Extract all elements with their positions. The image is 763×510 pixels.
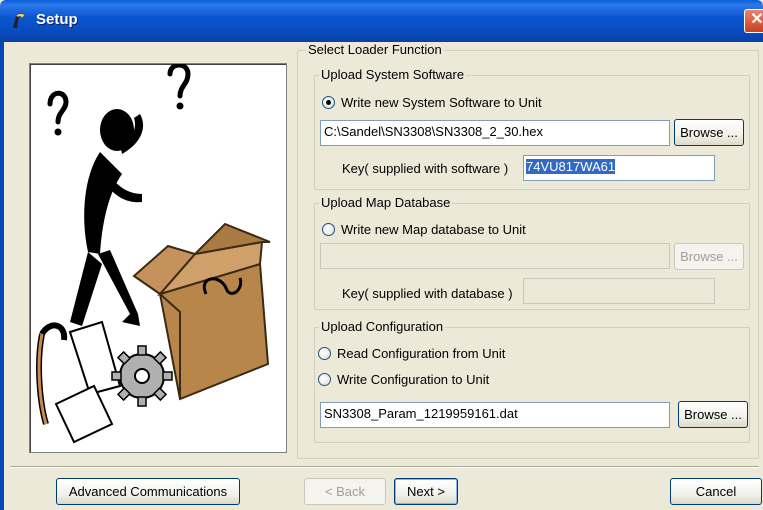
title-bar[interactable]: Setup ✕ [0,0,763,42]
read-configuration-radio[interactable]: Read Configuration from Unit [318,346,505,361]
upload-configuration-title: Upload Configuration [319,319,446,334]
software-key-value: 74VU817WA61 [526,159,616,174]
configuration-browse-button[interactable]: Browse ... [678,401,748,428]
software-key-field[interactable]: 74VU817WA61 [523,155,715,181]
next-button[interactable]: Next > [394,478,458,505]
footer-separator [10,466,759,468]
window-frame-left [0,42,4,510]
setup-illustration [29,63,287,453]
radio-unselected-icon[interactable] [318,373,331,386]
write-map-database-label: Write new Map database to Unit [341,222,526,237]
software-key-label: Key( supplied with software ) [342,161,509,176]
confused-person-box-illustration [36,64,271,444]
cancel-button[interactable]: Cancel [670,478,762,505]
close-button[interactable]: ✕ [744,9,763,33]
read-configuration-label: Read Configuration from Unit [337,346,506,361]
system-browse-button[interactable]: Browse ... [674,119,744,146]
database-key-label: Key( supplied with database ) [342,286,513,301]
radio-selected-icon[interactable] [322,96,335,109]
write-configuration-label: Write Configuration to Unit [337,372,490,387]
database-key-field[interactable] [523,278,715,304]
map-browse-button[interactable]: Browse ... [674,243,744,270]
system-software-path-field[interactable]: C:\Sandel\SN3308\SN3308_2_30.hex [320,120,670,146]
write-system-software-label: Write new System Software to Unit [341,95,542,110]
upload-map-database-title: Upload Map Database [319,195,453,210]
advanced-communications-button[interactable]: Advanced Communications [56,478,240,505]
radio-unselected-icon[interactable] [318,347,331,360]
window-title: Setup [36,11,78,28]
write-configuration-radio[interactable]: Write Configuration to Unit [318,372,489,387]
write-system-software-radio[interactable]: Write new System Software to Unit [322,95,542,110]
upload-system-software-title: Upload System Software [319,67,467,82]
write-map-database-radio[interactable]: Write new Map database to Unit [322,222,526,237]
select-loader-function-title: Select Loader Function [306,42,444,57]
setup-app-icon [13,13,26,28]
back-button[interactable]: < Back [304,478,386,505]
configuration-path-field[interactable]: SN3308_Param_1219959161.dat [320,402,670,428]
radio-unselected-icon[interactable] [322,223,335,236]
map-database-path-field[interactable] [320,243,670,269]
